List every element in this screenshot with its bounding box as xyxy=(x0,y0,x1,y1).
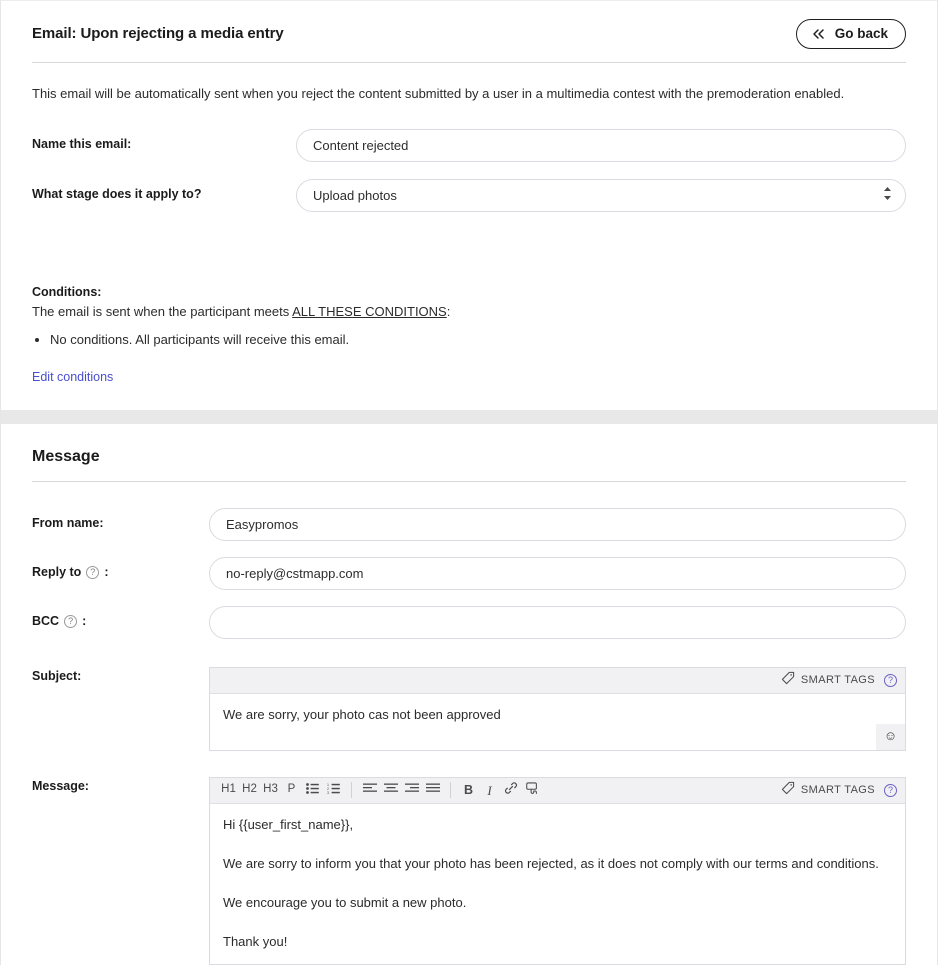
subject-value: We are sorry, your photo cas not been ap… xyxy=(223,706,501,722)
reply-to-colon: : xyxy=(104,564,109,579)
reply-to-label-text: Reply to xyxy=(32,564,82,579)
toolbar-divider xyxy=(450,782,451,799)
toolbar-divider xyxy=(351,782,352,799)
page-title: Email: Upon rejecting a media entry xyxy=(32,25,284,43)
help-circle-icon[interactable]: ? xyxy=(64,614,78,628)
numbered-list-icon: 1 2 3 xyxy=(327,783,340,798)
align-right-button[interactable] xyxy=(401,780,422,801)
smart-tags-label: SMART TAGS xyxy=(800,674,875,687)
bcc-row: BCC ? : xyxy=(32,605,906,639)
edit-conditions-link[interactable]: Edit conditions xyxy=(32,370,113,384)
conditions-list: No conditions. All participants will rec… xyxy=(32,331,906,349)
name-this-email-label: Name this email: xyxy=(32,137,132,152)
subject-row: Subject: SMART TAGS ? We are sorry, your… xyxy=(32,666,906,751)
message-smart-tags-button[interactable]: SMART TAGS xyxy=(781,781,875,800)
bold-button[interactable]: B xyxy=(458,780,479,801)
align-left-icon xyxy=(362,783,377,797)
message-body-content[interactable]: Hi {{user_first_name}}, We are sorry to … xyxy=(210,804,905,964)
smart-tags-label: SMART TAGS xyxy=(800,784,875,797)
message-body-label: Message: xyxy=(32,778,89,793)
align-right-icon xyxy=(404,783,419,797)
message-body-editor: H1 H2 H3 P 1 2 3 B I SMART TAGS ? Hi {{u… xyxy=(209,776,906,965)
smiley-face-icon[interactable]: ☺ xyxy=(876,723,905,750)
reply-to-input[interactable] xyxy=(209,556,906,590)
conditions-sentence-suffix: : xyxy=(446,304,451,320)
bcc-label-text: BCC xyxy=(32,613,60,628)
subject-editor: SMART TAGS ? We are sorry, your photo ca… xyxy=(209,666,906,751)
italic-button[interactable]: I xyxy=(479,780,500,801)
panel-header: Email: Upon rejecting a media entry Go b… xyxy=(1,1,937,63)
button-icon xyxy=(525,781,539,799)
intro-description: This email will be automatically sent wh… xyxy=(32,85,845,101)
name-this-email-input[interactable] xyxy=(296,129,906,163)
bulleted-list-icon xyxy=(306,782,319,798)
insert-link-button[interactable] xyxy=(500,780,521,801)
message-form: From name: Reply to ? : BCC ? : Subject: xyxy=(1,482,937,965)
reply-to-row: Reply to ? : xyxy=(32,556,906,590)
message-panel: Message From name: Reply to ? : BCC ? : xyxy=(0,423,938,965)
numbered-list-button[interactable]: 1 2 3 xyxy=(323,780,344,801)
subject-body[interactable]: We are sorry, your photo cas not been ap… xyxy=(210,694,905,750)
heading-2-button[interactable]: H2 xyxy=(239,780,260,801)
conditions-sentence-prefix: The email is sent when the participant m… xyxy=(32,304,293,320)
help-circle-icon[interactable]: ? xyxy=(86,565,100,579)
stage-select[interactable]: Upload photos xyxy=(296,179,906,213)
subject-toolbar: SMART TAGS ? xyxy=(210,667,905,694)
subject-label: Subject: xyxy=(32,668,82,683)
settings-form: Name this email: What stage does it appl… xyxy=(1,103,937,267)
editor-toolbar: H1 H2 H3 P 1 2 3 B I xyxy=(218,777,542,803)
bcc-colon: : xyxy=(82,613,87,628)
align-justify-button[interactable] xyxy=(422,780,443,801)
align-left-button[interactable] xyxy=(359,780,380,801)
heading-1-button[interactable]: H1 xyxy=(218,780,239,801)
tag-icon xyxy=(781,671,795,690)
conditions-block: Conditions: The email is sent when the p… xyxy=(1,267,937,409)
insert-button-button[interactable] xyxy=(521,780,542,801)
message-section-header: Message xyxy=(1,424,937,482)
subject-smart-tags-button[interactable]: SMART TAGS xyxy=(781,671,875,690)
tag-icon xyxy=(781,781,795,800)
heading-3-button[interactable]: H3 xyxy=(260,780,281,801)
svg-text:3: 3 xyxy=(327,791,329,794)
conditions-title: Conditions: xyxy=(32,285,102,300)
align-center-icon xyxy=(383,783,398,797)
stage-label: What stage does it apply to? xyxy=(32,187,202,202)
go-back-button[interactable]: Go back xyxy=(795,19,906,49)
all-these-conditions-link[interactable]: ALL THESE CONDITIONS xyxy=(292,304,447,319)
bcc-label: BCC ? : xyxy=(32,606,209,628)
align-justify-icon xyxy=(425,783,440,797)
list-item: No conditions. All participants will rec… xyxy=(50,331,906,349)
message-section-title: Message xyxy=(32,448,906,482)
name-this-email-row: Name this email: xyxy=(32,129,906,163)
smart-tags-help-icon[interactable]: ? xyxy=(884,673,897,687)
double-chevron-left-icon xyxy=(811,28,826,40)
go-back-label: Go back xyxy=(834,26,888,41)
bcc-input[interactable] xyxy=(209,605,906,639)
message-paragraph: We encourage you to submit a new photo. xyxy=(223,894,467,910)
message-paragraph: Thank you! xyxy=(223,933,288,949)
message-paragraph: We are sorry to inform you that your pho… xyxy=(223,855,879,871)
message-paragraph: Hi {{user_first_name}}, xyxy=(223,816,354,832)
bulleted-list-button[interactable] xyxy=(302,780,323,801)
stage-row: What stage does it apply to? Upload phot… xyxy=(32,179,906,213)
smart-tags-help-icon[interactable]: ? xyxy=(884,783,897,797)
align-center-button[interactable] xyxy=(380,780,401,801)
reply-to-label: Reply to ? : xyxy=(32,557,209,579)
paragraph-button[interactable]: P xyxy=(281,780,302,801)
email-settings-panel: Email: Upon rejecting a media entry Go b… xyxy=(0,0,938,410)
message-body-toolbar: H1 H2 H3 P 1 2 3 B I SMART TAGS ? xyxy=(210,777,905,804)
from-name-input[interactable] xyxy=(209,507,906,541)
conditions-sentence: The email is sent when the participant m… xyxy=(32,304,906,319)
from-name-row: From name: xyxy=(32,507,906,541)
section-divider xyxy=(0,409,938,424)
message-body-row: Message: H1 H2 H3 P 1 2 3 B I SMART TAGS… xyxy=(32,776,906,965)
from-name-label: From name: xyxy=(32,515,104,530)
link-icon xyxy=(504,781,518,799)
